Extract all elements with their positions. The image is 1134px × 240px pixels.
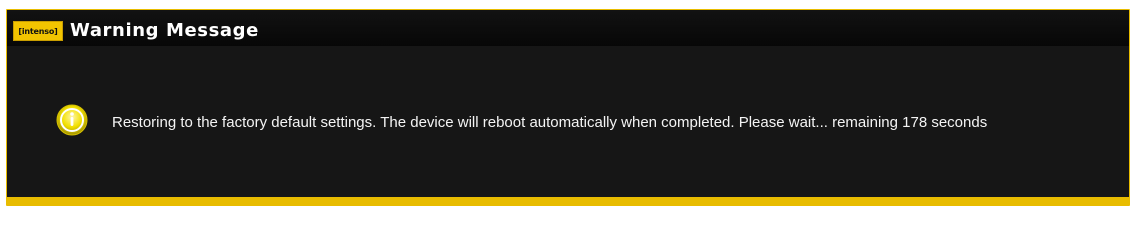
warning-message: Restoring to the factory default setting…	[112, 114, 988, 131]
dialog-content: Restoring to the factory default setting…	[7, 46, 1129, 197]
title-bar: [intenso] Warning Message	[7, 10, 1129, 46]
dialog-title: Warning Message	[70, 20, 259, 41]
warning-dialog: [intenso] Warning Message Restoring to t…	[7, 10, 1129, 197]
info-icon	[56, 104, 88, 136]
brand-logo: [intenso]	[13, 21, 63, 41]
dialog-frame: [intenso] Warning Message Restoring to t…	[6, 9, 1130, 206]
